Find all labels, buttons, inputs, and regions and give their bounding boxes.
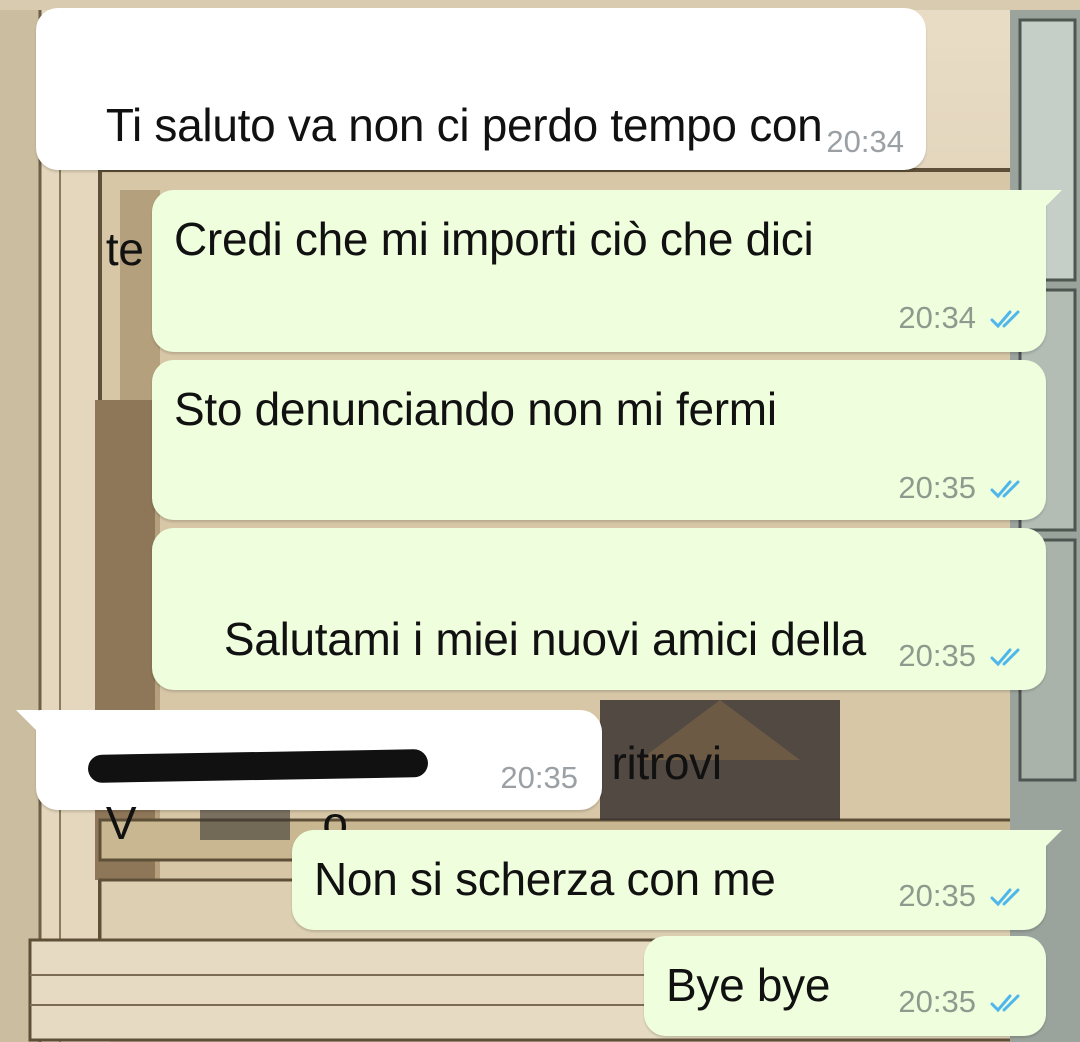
message-bubble-outgoing[interactable]: Salutami i miei nuovi amici della polizi… — [152, 528, 1046, 789]
redaction-scribble — [87, 749, 429, 783]
message-timestamp: 20:34 — [826, 124, 904, 159]
message-bubble-outgoing[interactable]: Sto denunciando non mi fermi 20:35 — [152, 360, 1046, 520]
message-bubble-incoming[interactable]: Ti saluto va non ci perdo tempo con te 2… — [36, 8, 926, 275]
message-timestamp: 20:34 — [898, 300, 976, 335]
bubble-tail — [1040, 190, 1062, 212]
message-text-visible-start: V — [105, 797, 137, 849]
message-timestamp: 20:35 — [898, 638, 976, 673]
message-bubble-incoming[interactable]: Vo 20:35 — [36, 710, 602, 849]
double-check-icon — [990, 310, 1020, 329]
message-text: Credi che mi importi ciò che dici — [174, 213, 814, 265]
bubble-tail — [16, 710, 38, 732]
message-bubble-outgoing[interactable]: Bye bye 20:35 — [644, 936, 1046, 1036]
double-check-icon — [990, 648, 1020, 667]
message-timestamp: 20:35 — [898, 984, 976, 1019]
message-timestamp: 20:35 — [898, 470, 976, 505]
message-text: Bye bye — [666, 959, 831, 1011]
message-text-line: Ti saluto va non ci perdo tempo con — [105, 99, 823, 151]
double-check-icon — [990, 888, 1020, 907]
message-timestamp: 20:35 — [500, 760, 578, 795]
message-text-line: te — [105, 223, 144, 275]
message-text-line: Salutami i miei nuovi amici della — [223, 613, 866, 665]
double-check-icon — [990, 994, 1020, 1013]
message-bubble-outgoing[interactable]: Credi che mi importi ciò che dici 20:34 — [152, 190, 1046, 352]
message-text: Non si scherza con me — [314, 853, 776, 905]
double-check-icon — [990, 480, 1020, 499]
message-timestamp: 20:35 — [898, 878, 976, 913]
bubble-tail — [1040, 830, 1062, 852]
message-text: Sto denunciando non mi fermi — [174, 383, 777, 435]
message-bubble-outgoing[interactable]: Non si scherza con me 20:35 — [292, 830, 1046, 930]
